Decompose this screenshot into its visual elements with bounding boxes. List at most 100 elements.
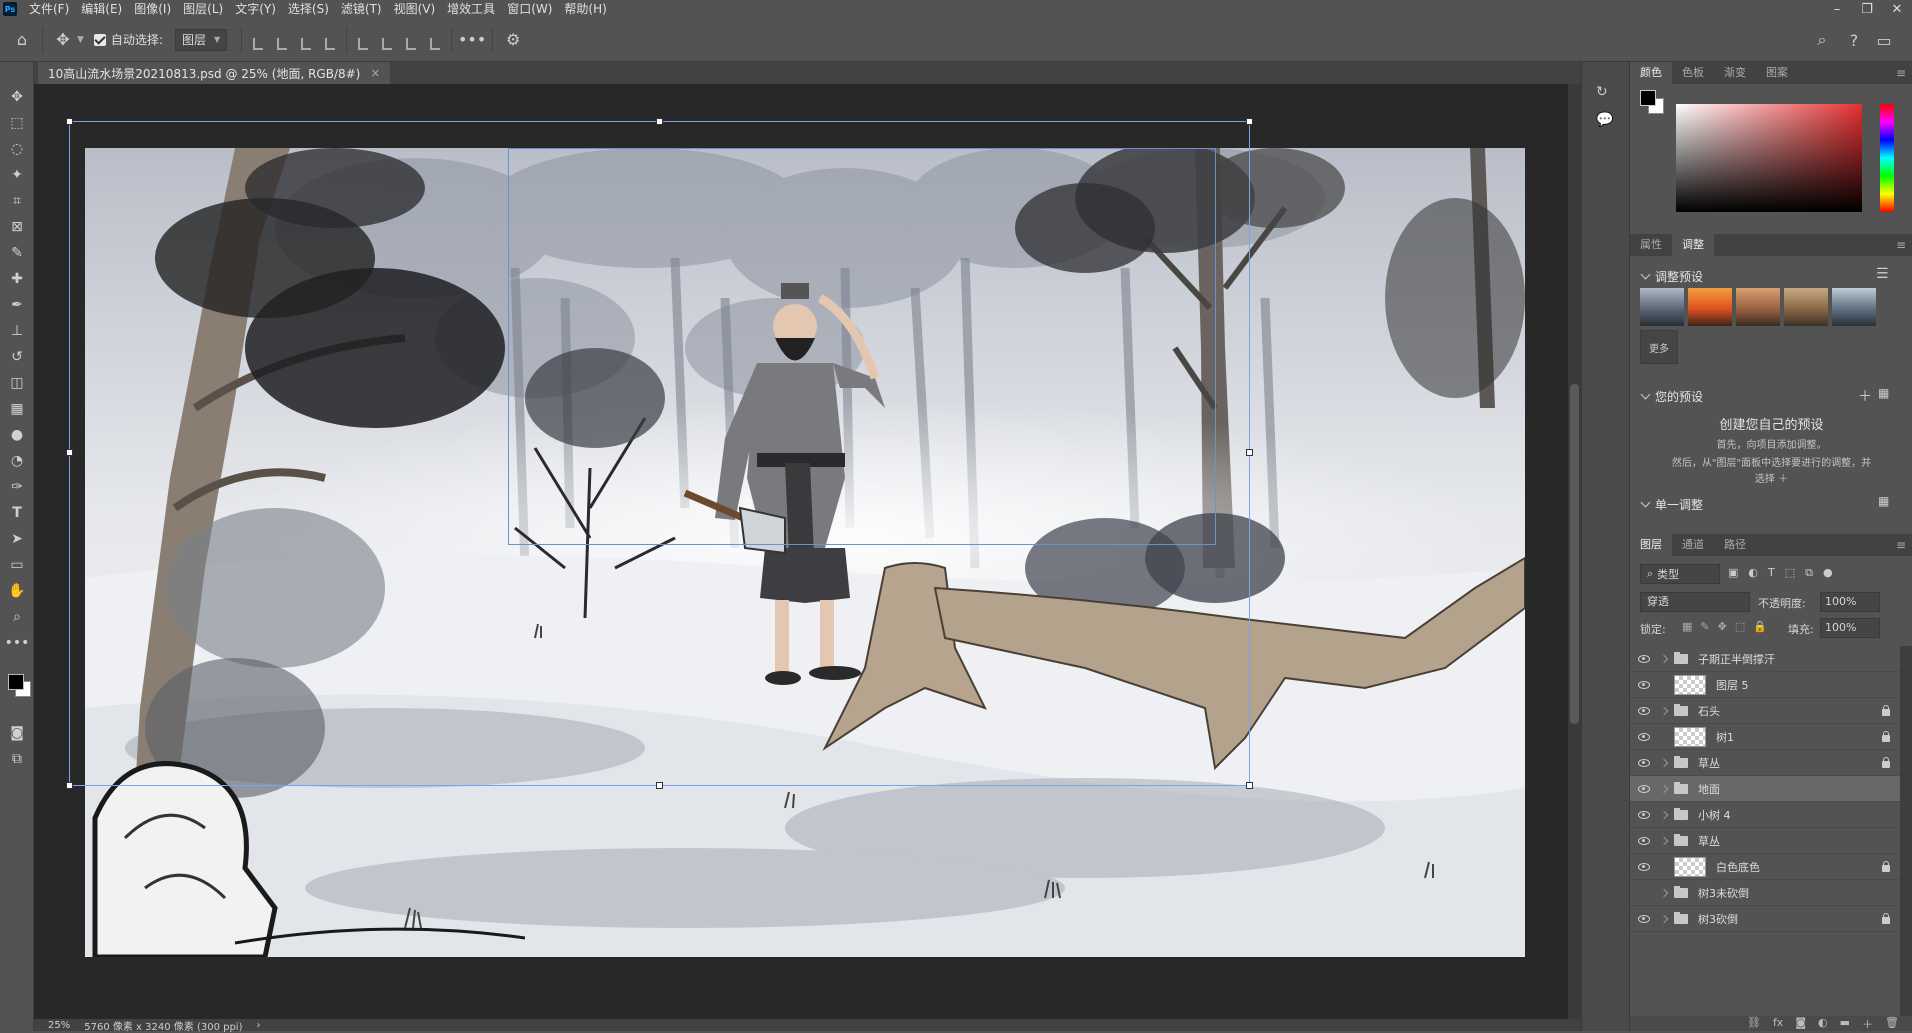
adjust-filter-icon[interactable]: ◐	[1748, 566, 1758, 580]
link-layers-icon[interactable]: ⛓	[1747, 1016, 1761, 1031]
visibility-toggle[interactable]	[1630, 654, 1658, 663]
layer-name[interactable]: 图层 5	[1716, 677, 1749, 693]
lock-artboard-icon[interactable]: ⬚	[1735, 620, 1745, 633]
tab-color[interactable]: 颜色	[1630, 62, 1672, 84]
layer-row[interactable]: 树1	[1630, 724, 1900, 750]
crop-tool-icon[interactable]: ⌗	[5, 190, 29, 212]
image-filter-icon[interactable]: ▣	[1728, 566, 1738, 580]
type-tool-icon[interactable]: T	[5, 502, 29, 524]
chevron-right-icon[interactable]: ›	[257, 1020, 261, 1031]
grid-view-icon[interactable]: ▦	[1878, 386, 1889, 400]
lasso-tool-icon[interactable]: ◌	[5, 138, 29, 160]
type-filter-icon[interactable]: T	[1768, 566, 1775, 580]
vertical-scrollbar[interactable]	[1568, 84, 1581, 1019]
preset-thumbnail[interactable]	[1736, 288, 1780, 326]
shape-filter-icon[interactable]: ⬚	[1785, 566, 1795, 580]
more-tools-icon[interactable]: •••	[5, 632, 30, 654]
rectangle-tool-icon[interactable]: ▭	[5, 554, 29, 576]
menu-select[interactable]: 选择(S)	[282, 0, 335, 18]
add-icon[interactable]: ＋	[1858, 386, 1872, 406]
visibility-toggle[interactable]	[1630, 862, 1658, 871]
align-right-icon[interactable]	[296, 30, 316, 50]
layer-name[interactable]: 白色底色	[1716, 859, 1760, 875]
layer-name[interactable]: 草丛	[1698, 833, 1720, 849]
layer-name[interactable]: 地面	[1698, 781, 1720, 797]
menu-view[interactable]: 视图(V)	[388, 0, 442, 18]
menu-layer[interactable]: 图层(L)	[177, 0, 229, 18]
screen-mode-icon[interactable]: ⧉	[5, 748, 29, 770]
zoom-level[interactable]: 25%	[48, 1020, 70, 1031]
foreground-color-swatch[interactable]	[1640, 90, 1656, 106]
layer-expander[interactable]	[1658, 784, 1670, 793]
hue-slider[interactable]	[1880, 104, 1894, 212]
panel-menu-icon[interactable]: ≡	[1896, 238, 1906, 252]
transform-handle[interactable]	[656, 782, 663, 789]
preset-thumbnail[interactable]	[1688, 288, 1732, 326]
fill-input[interactable]: 100%	[1820, 618, 1880, 638]
restore-icon[interactable]: ❐	[1852, 0, 1882, 18]
visibility-toggle[interactable]	[1630, 914, 1658, 923]
lock-all-icon[interactable]: 🔒	[1753, 620, 1767, 633]
visibility-toggle[interactable]	[1630, 836, 1658, 845]
visibility-toggle[interactable]	[1630, 706, 1658, 715]
layer-row[interactable]: 小树 4	[1630, 802, 1900, 828]
transform-handle[interactable]	[656, 118, 663, 125]
opacity-input[interactable]: 100%	[1820, 592, 1880, 612]
path-select-icon[interactable]: ➤	[5, 528, 29, 550]
visibility-toggle[interactable]	[1630, 810, 1658, 819]
eyedropper-icon[interactable]: ✎	[5, 242, 29, 264]
preset-thumbnail[interactable]	[1640, 288, 1684, 326]
transform-handle[interactable]	[1246, 118, 1253, 125]
single-adjust-section-header[interactable]: 单一调整	[1640, 496, 1703, 513]
menu-help[interactable]: 帮助(H)	[558, 0, 612, 18]
new-group-icon[interactable]: ▬	[1840, 1016, 1850, 1031]
scrollbar-thumb[interactable]	[1570, 384, 1579, 724]
layer-name[interactable]: 树3未砍倒	[1698, 885, 1749, 901]
layer-expander[interactable]	[1658, 836, 1670, 845]
transform-handle[interactable]	[66, 449, 73, 456]
move-tool-icon[interactable]: ✥	[5, 86, 29, 108]
auto-select-checkbox[interactable]	[93, 33, 106, 46]
canvas-area[interactable]	[34, 84, 1581, 1019]
tab-swatches[interactable]: 色板	[1672, 62, 1714, 84]
lock-position-icon[interactable]: ✥	[1718, 620, 1727, 633]
visibility-toggle[interactable]	[1630, 784, 1658, 793]
layer-row[interactable]: 石头	[1630, 698, 1900, 724]
align-center-h-icon[interactable]	[272, 30, 292, 50]
hand-tool-icon[interactable]: ✋	[5, 580, 29, 602]
tab-paths[interactable]: 路径	[1714, 534, 1756, 556]
marquee-tool-icon[interactable]: ⬚	[5, 112, 29, 134]
layer-name[interactable]: 石头	[1698, 703, 1720, 719]
dodge-tool-icon[interactable]: ◔	[5, 450, 29, 472]
distribute-v-icon[interactable]	[425, 30, 445, 50]
lock-image-icon[interactable]: ✎	[1700, 620, 1709, 633]
zoom-tool-icon[interactable]: ⌕	[5, 606, 29, 628]
layer-expander[interactable]	[1658, 706, 1670, 715]
close-tab-icon[interactable]: ×	[370, 66, 380, 80]
menu-edit[interactable]: 编辑(E)	[75, 0, 128, 18]
transform-handle[interactable]	[66, 118, 73, 125]
layer-row[interactable]: 图层 5	[1630, 672, 1900, 698]
home-icon[interactable]: ⌂	[8, 26, 36, 54]
help-icon[interactable]: ?	[1840, 26, 1868, 54]
auto-select-target-dropdown[interactable]: 图层 ▼	[174, 28, 228, 51]
chevron-down-icon[interactable]: ▼	[77, 35, 84, 45]
workspace-icon[interactable]: ▭	[1870, 26, 1898, 54]
tab-properties[interactable]: 属性	[1630, 234, 1672, 256]
preset-thumbnail[interactable]	[1832, 288, 1876, 326]
frame-tool-icon[interactable]: ⊠	[5, 216, 29, 238]
align-left-icon[interactable]	[248, 30, 268, 50]
layer-filter-dropdown[interactable]: ⌕ 类型	[1640, 564, 1720, 584]
gradient-tool-icon[interactable]: ▦	[5, 398, 29, 420]
layer-row[interactable]: 地面	[1630, 776, 1900, 802]
align-bottom-icon[interactable]	[401, 30, 421, 50]
tab-channels[interactable]: 通道	[1672, 534, 1714, 556]
magic-wand-icon[interactable]: ✦	[5, 164, 29, 186]
filter-toggle-icon[interactable]: ●	[1823, 566, 1833, 580]
color-field[interactable]	[1676, 104, 1862, 212]
grid-view-icon[interactable]: ▦	[1878, 494, 1889, 508]
visibility-toggle[interactable]	[1630, 680, 1658, 689]
your-presets-section-header[interactable]: 您的预设	[1640, 388, 1703, 405]
move-tool-icon[interactable]: ✥	[49, 26, 77, 54]
panel-menu-icon[interactable]: ≡	[1896, 66, 1906, 80]
